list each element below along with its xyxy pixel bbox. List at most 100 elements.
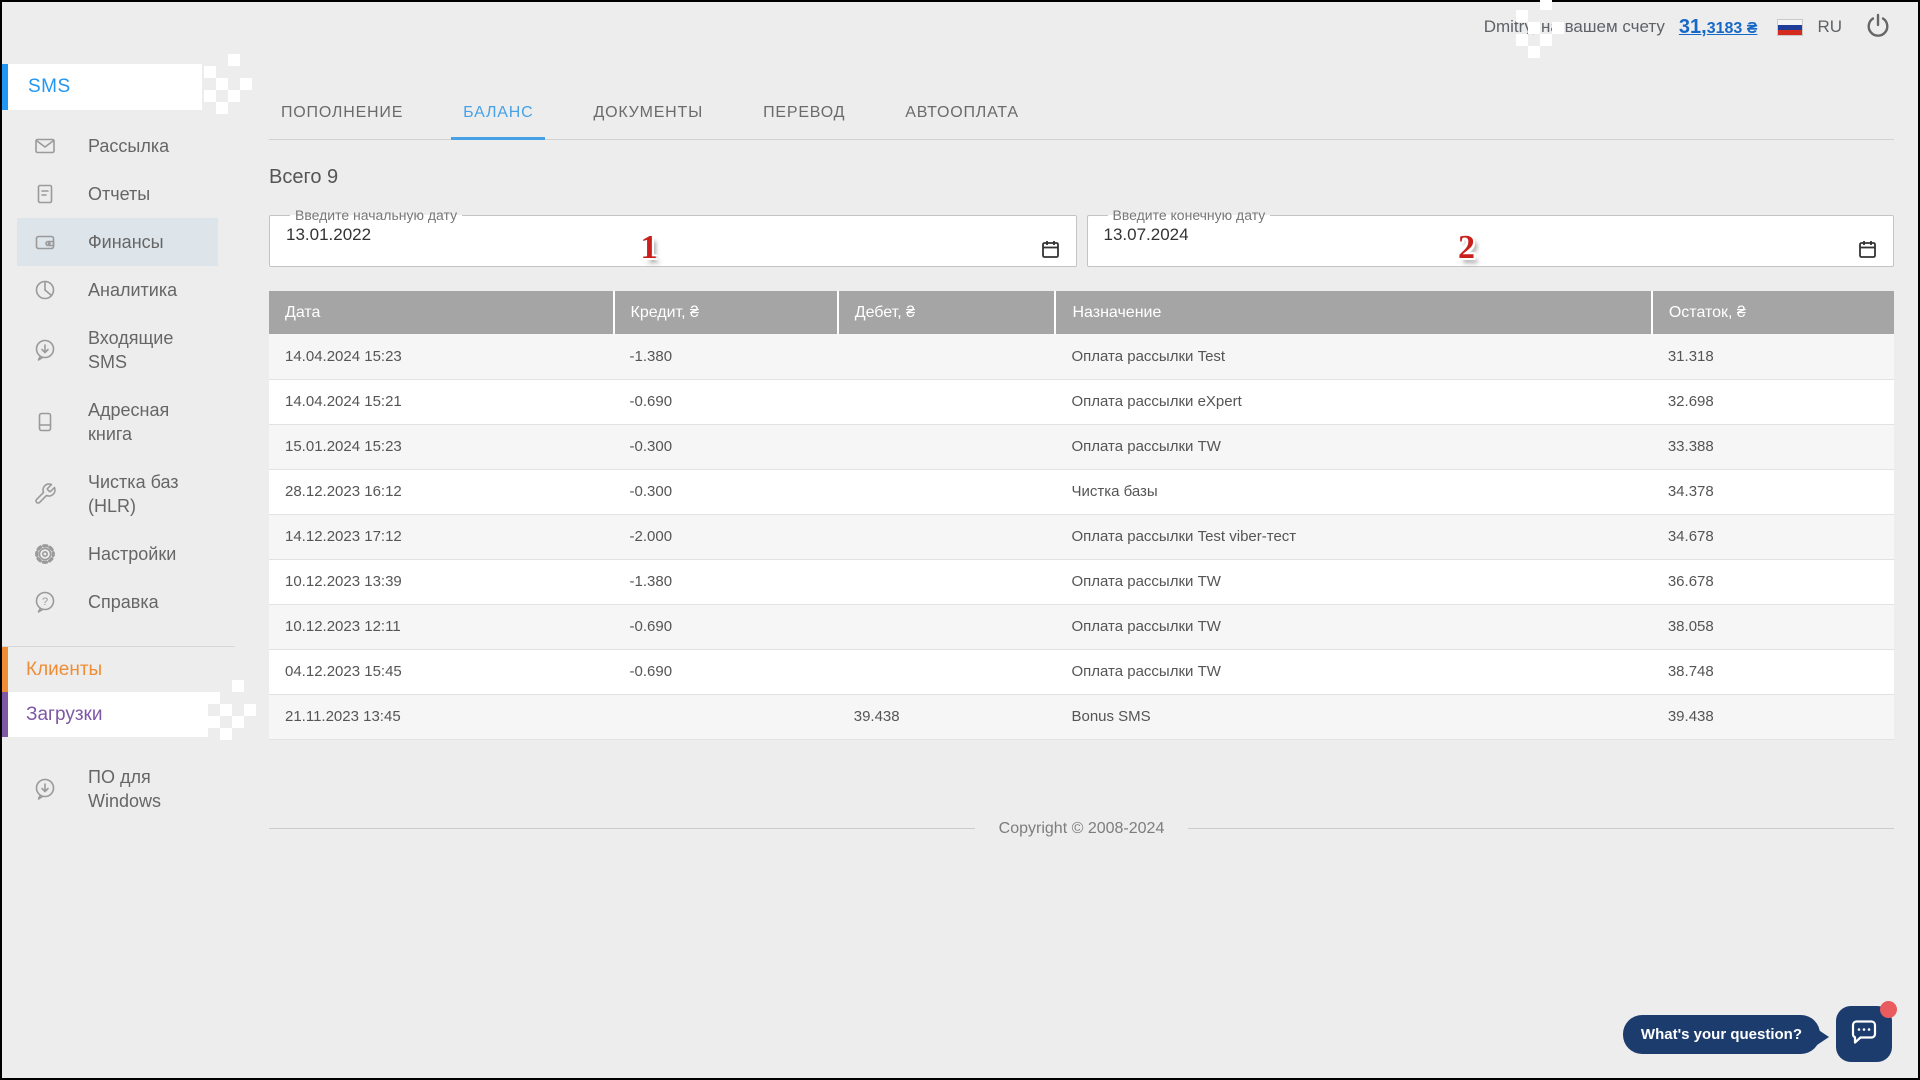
sidebar-item-klienty[interactable]: Клиенты	[2, 647, 235, 692]
pixel-decoration-brand	[204, 66, 216, 78]
cell-purpose: Bonus SMS	[1055, 694, 1651, 739]
cell-date: 10.12.2023 12:11	[269, 604, 614, 649]
sidebar-item-zagruzki[interactable]: Загрузки	[2, 692, 208, 737]
svg-text:?: ?	[42, 596, 48, 608]
sidebar-item-chistka-baz[interactable]: Чистка баз (HLR)	[17, 458, 218, 530]
cell-credit: -0.300	[614, 424, 838, 469]
sidebar-item-nastroyki[interactable]: Настройки	[17, 530, 218, 578]
start-date-input[interactable]: Введите начальную дату 13.01.2022 1	[269, 207, 1077, 267]
sidebar-item-vhodyaschie-sms[interactable]: Входящие SMS	[17, 314, 218, 386]
tab-popolnenie[interactable]: ПОПОЛНЕНИЕ	[269, 96, 415, 140]
balance-link[interactable]: 31,3183 ₴	[1679, 16, 1758, 39]
download-icon	[33, 777, 57, 801]
footer-divider-right	[1188, 828, 1894, 829]
cell-credit: -1.380	[614, 334, 838, 379]
incoming-sms-icon	[33, 338, 57, 362]
cell-purpose: Оплата рассылки Test	[1055, 334, 1651, 379]
cell-date: 14.12.2023 17:12	[269, 514, 614, 559]
address-book-icon	[33, 410, 57, 434]
balance-frac: 3183 ₴	[1707, 20, 1758, 37]
sidebar-item-spravka[interactable]: ? Справка	[17, 578, 218, 626]
header-balance: Остаток, ₴	[1652, 291, 1894, 334]
sidebar-item-otchety[interactable]: Отчеты	[17, 170, 218, 218]
cell-debit	[838, 424, 1056, 469]
russian-flag-icon[interactable]	[1777, 19, 1803, 36]
sidebar-item-rassylka[interactable]: Рассылка	[17, 122, 218, 170]
cell-credit: -0.690	[614, 379, 838, 424]
table-row: 14.12.2023 17:12-2.000Оплата рассылки Te…	[269, 514, 1894, 559]
header-debit: Дебет, ₴	[838, 291, 1056, 334]
calendar-icon[interactable]	[1858, 239, 1877, 264]
end-date-input[interactable]: Введите конечную дату 13.07.2024 2	[1087, 207, 1895, 267]
cell-purpose: Оплата рассылки eXpert	[1055, 379, 1651, 424]
calendar-icon[interactable]	[1041, 239, 1060, 264]
sidebar-brand[interactable]: SMS	[2, 64, 202, 110]
sidebar-item-adresnaya-kniga[interactable]: Адресная книга	[17, 386, 218, 458]
user-balance-text: Dmitry, на вашем счету	[1484, 17, 1665, 37]
cell-credit: -1.380	[614, 559, 838, 604]
sidebar-item-label: Отчеты	[88, 182, 150, 206]
table-row: 10.12.2023 12:11-0.690Оплата рассылки TW…	[269, 604, 1894, 649]
tab-dokumenty[interactable]: ДОКУМЕНТЫ	[581, 96, 715, 140]
table-row: 14.04.2024 15:23-1.380 Оплата рассылки Te…	[269, 334, 1894, 379]
logout-button[interactable]	[1864, 12, 1892, 43]
cell-debit	[838, 379, 1056, 424]
chat-open-button[interactable]	[1836, 1006, 1892, 1062]
cell-balance: 39.438	[1652, 694, 1894, 739]
cell-credit	[614, 694, 838, 739]
cell-debit	[838, 334, 1056, 379]
table-row: 14.04.2024 15:21-0.690Оплата рассылки eX…	[269, 379, 1894, 424]
sidebar-item-label: Адресная книга	[88, 398, 169, 446]
chat-icon	[1848, 1017, 1880, 1052]
clients-label: Клиенты	[26, 659, 102, 681]
table-row: 04.12.2023 15:45-0.690Оплата рассылки TW…	[269, 649, 1894, 694]
language-selector[interactable]: RU	[1817, 17, 1842, 37]
sidebar-item-label: Входящие SMS	[88, 326, 173, 374]
cell-credit: -2.000	[614, 514, 838, 559]
cell-date: 04.12.2023 15:45	[269, 649, 614, 694]
gear-icon	[33, 542, 57, 566]
cell-purpose: Оплата рассылки TW	[1055, 424, 1651, 469]
cell-date: 28.12.2023 16:12	[269, 469, 614, 514]
cell-date: 21.11.2023 13:45	[269, 694, 614, 739]
tabs-bar: ПОПОЛНЕНИЕ БАЛАНС ДОКУМЕНТЫ ПЕРЕВОД АВТО…	[269, 96, 1894, 140]
total-count-label: Всего 9	[269, 166, 1894, 189]
end-date-value: 13.07.2024	[1104, 225, 1189, 245]
cell-date: 14.04.2024 15:23	[269, 334, 614, 379]
cell-debit	[838, 469, 1056, 514]
pixel-decoration-downloads	[208, 692, 220, 704]
cell-balance: 36.678	[1652, 559, 1894, 604]
chat-question-bubble[interactable]: What's your question?	[1623, 1015, 1820, 1054]
sidebar-item-label: Справка	[88, 590, 159, 614]
footer: Copyright © 2008-2024	[269, 820, 1894, 838]
cell-purpose: Чистка базы	[1055, 469, 1651, 514]
cell-credit: -0.300	[614, 469, 838, 514]
tab-perevod[interactable]: ПЕРЕВОД	[751, 96, 857, 140]
sidebar-item-finansy[interactable]: Финансы	[17, 218, 218, 266]
annotation-2: 2	[1458, 229, 1475, 267]
power-icon	[1864, 12, 1892, 43]
start-date-value: 13.01.2022	[286, 225, 371, 245]
sidebar-item-label: Чистка баз (HLR)	[88, 470, 179, 518]
wallet-icon	[33, 230, 57, 254]
tab-avtooplata[interactable]: АВТООПЛАТА	[893, 96, 1031, 140]
mail-icon	[33, 134, 57, 158]
main-content: ПОПОЛНЕНИЕ БАЛАНС ДОКУМЕНТЫ ПЕРЕВОД АВТО…	[269, 52, 1894, 838]
sidebar-item-po-dlya-windows[interactable]: ПО для Windows	[17, 753, 218, 825]
sidebar-item-label: Рассылка	[88, 134, 169, 158]
cell-debit	[838, 559, 1056, 604]
sidebar-item-analitika[interactable]: Аналитика	[17, 266, 218, 314]
cell-balance: 34.678	[1652, 514, 1894, 559]
cell-date: 10.12.2023 13:39	[269, 559, 614, 604]
header-date: Дата	[269, 291, 614, 334]
tab-balans[interactable]: БАЛАНС	[451, 96, 545, 140]
annotation-1: 1	[641, 229, 658, 267]
date-filters: Введите начальную дату 13.01.2022 1 Введ…	[269, 207, 1894, 267]
chat-widget: What's your question?	[1623, 1006, 1892, 1062]
cell-date: 15.01.2024 15:23	[269, 424, 614, 469]
report-icon	[33, 182, 57, 206]
cell-credit: -0.690	[614, 649, 838, 694]
header-purpose: Назначение	[1055, 291, 1651, 334]
notification-dot	[1880, 1001, 1897, 1018]
cell-debit: 39.438	[838, 694, 1056, 739]
